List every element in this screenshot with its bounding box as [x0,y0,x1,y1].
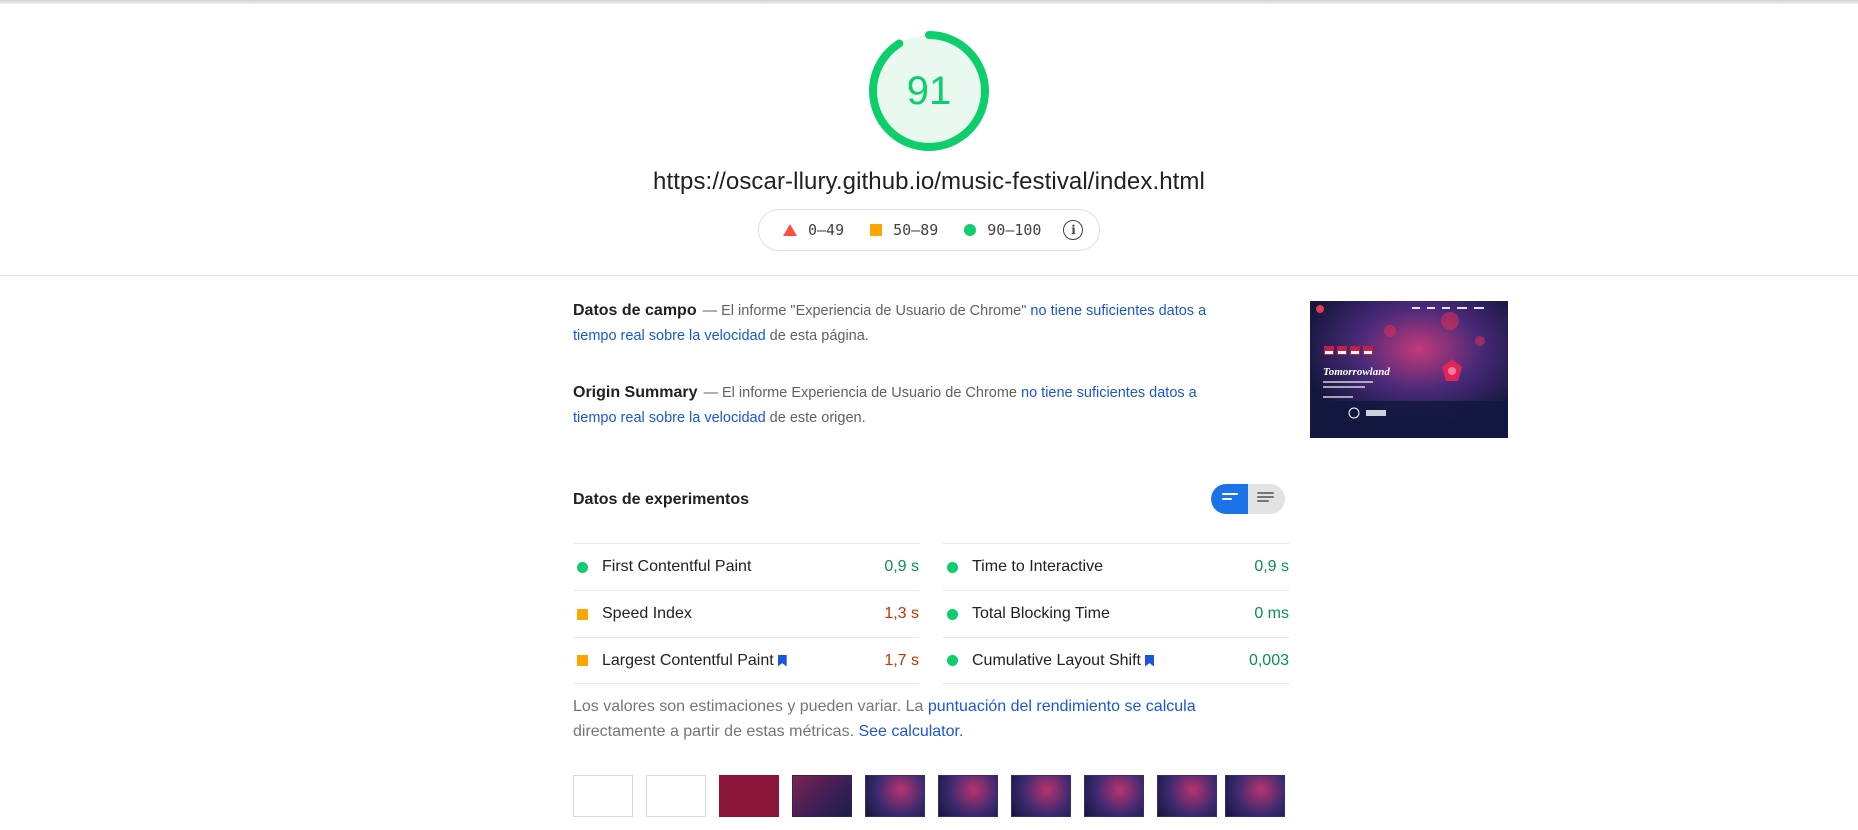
pass-circle-icon [947,608,958,620]
legend-average-label: 50–89 [893,221,939,239]
pass-circle-icon [947,561,958,573]
legend-fail-label: 0–49 [808,221,845,239]
legend-pass: 90–100 [964,221,1041,239]
lab-data-title: Datos de experimentos [573,491,750,508]
metric-name: Cumulative Layout Shift [972,651,1141,669]
bookmark-icon[interactable] [777,654,787,667]
filmstrip-frame [1157,775,1217,817]
final-screenshot[interactable]: Tomorrowland [1310,301,1508,438]
field-data-title: Datos de campo [573,302,697,319]
metric-value: 0,9 s [1254,558,1289,575]
filmstrip-frame [573,775,633,817]
metric-value: 0 ms [1254,605,1289,622]
filmstrip-frame [938,775,998,817]
pass-circle-icon [947,655,958,666]
metrics-column-left: First Contentful Paint 0,9 s Speed Index… [573,543,919,684]
score-calculation-link[interactable]: puntuación del rendimiento se calcula [928,698,1196,715]
load-filmstrip [573,775,1285,817]
filmstrip-frame [792,775,852,817]
metric-value: 0,9 s [884,558,919,575]
triangle-icon [783,224,797,236]
metric-value: 1,7 s [884,651,919,669]
metric-name: Time to Interactive [972,558,1104,575]
metrics-column-right: Time to Interactive 0,9 s Total Blocking… [943,543,1289,684]
origin-summary-title: Origin Summary [573,384,698,401]
performance-score-gauge: 91 [869,31,989,151]
filmstrip-frame [865,775,925,817]
metrics-view-toggle[interactable] [1211,484,1285,514]
origin-summary-text-end: de este origen. [765,410,866,426]
score-legend: 0–49 50–89 90–100 i [758,209,1100,251]
info-icon[interactable]: i [1063,220,1084,240]
screenshot-brand: Tomorrowland [1323,366,1390,378]
performance-score-value: 91 [906,68,952,113]
metric-total-blocking-time: Total Blocking Time 0 ms [943,590,1289,637]
origin-summary-section: Origin Summary — El informe Experiencia d… [573,380,1243,431]
note-text-1: Los valores son estimaciones y pueden va… [573,698,928,715]
note-text-2: directamente a partir de estas métricas. [573,723,859,740]
pass-circle-icon [577,561,588,573]
expanded-view-button[interactable] [1248,484,1285,514]
legend-pass-label: 90–100 [987,221,1042,239]
compact-view-button[interactable] [1211,484,1248,514]
field-data-text-end: de esta página. [765,328,869,344]
average-square-icon [577,608,588,620]
filmstrip-frame [1225,775,1285,817]
metric-value: 0,003 [1248,651,1289,669]
metric-name: Total Blocking Time [972,605,1110,622]
metric-name: Speed Index [602,605,692,622]
square-icon [870,224,883,236]
metric-time-to-interactive: Time to Interactive 0,9 s [943,543,1289,590]
filmstrip-frame [646,775,706,817]
section-divider [0,275,1858,276]
bookmark-icon[interactable] [1144,654,1154,667]
metric-largest-contentful-paint: Largest Contentful Paint 1,7 s [573,637,919,684]
field-data-section: Datos de campo — El informe "Experiencia … [573,298,1243,349]
legend-fail: 0–49 [783,221,844,239]
average-square-icon [577,655,588,666]
metric-first-contentful-paint: First Contentful Paint 0,9 s [573,543,919,590]
filmstrip-frame [1011,775,1071,817]
metric-name: First Contentful Paint [602,558,752,575]
see-calculator-link[interactable]: See calculator. [858,723,963,740]
filmstrip-frame [719,775,779,817]
field-data-text: — El informe "Experiencia de Usuario de … [702,303,1031,319]
metric-name: Largest Contentful Paint [602,651,774,669]
metric-cumulative-layout-shift: Cumulative Layout Shift 0,003 [943,637,1289,684]
legend-average: 50–89 [870,221,938,239]
top-shadow-bar [0,0,1858,4]
circle-icon [964,224,977,236]
metric-speed-index: Speed Index 1,3 s [573,590,919,637]
filmstrip-frame [1084,775,1144,817]
origin-summary-text: — El informe Experiencia de Usuario de C… [703,385,1022,401]
tested-url: https://oscar-llury.github.io/music-fest… [653,168,1205,195]
estimation-note: Los valores son estimaciones y pueden va… [573,694,1253,744]
metric-value: 1,3 s [884,605,919,622]
